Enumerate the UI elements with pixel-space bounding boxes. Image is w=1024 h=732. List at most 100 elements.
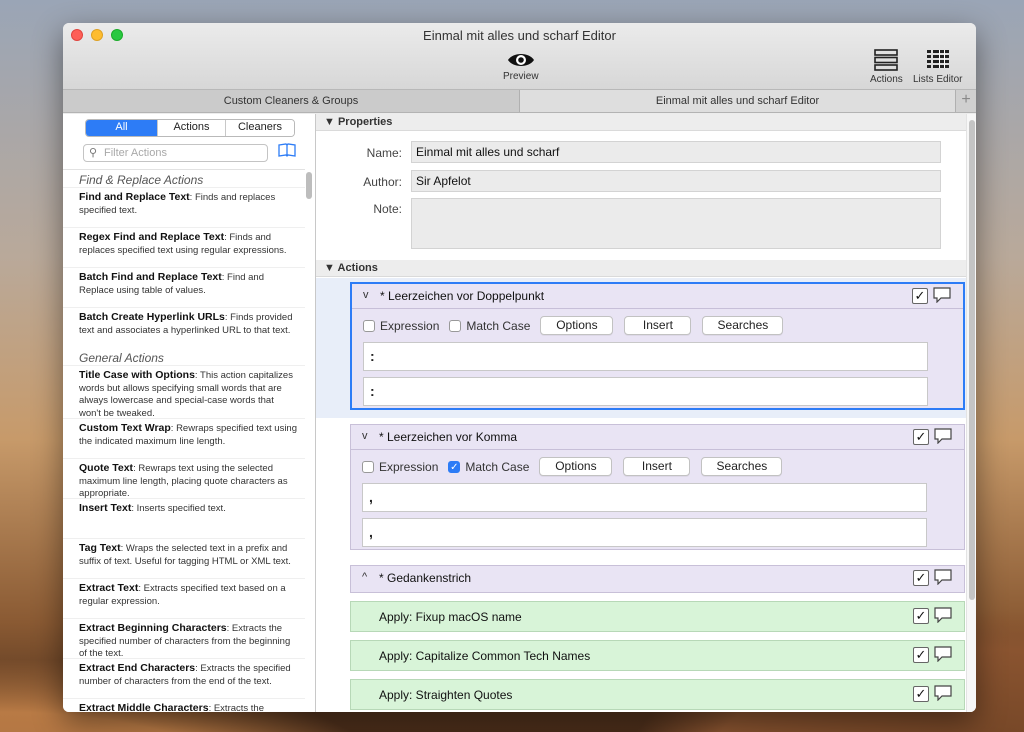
apply-title: Apply: Capitalize Common Tech Names <box>379 649 591 663</box>
grid-list-icon <box>926 50 949 68</box>
chevron-down-icon[interactable]: v <box>363 289 369 301</box>
actions-list-icon <box>874 49 899 71</box>
item-desc: : Extracts the <box>208 703 264 712</box>
editor-pane: ▼ Properties Name: Author: Note: ▼ Actio… <box>316 114 976 712</box>
list-item[interactable]: Tag Text: Wraps the selected text in a p… <box>63 538 305 578</box>
list-item[interactable]: Batch Create Hyperlink URLs: Finds provi… <box>63 307 305 348</box>
list-item[interactable]: Extract Beginning Characters: Extracts t… <box>63 618 305 658</box>
lists-editor-button[interactable]: Lists Editor <box>913 48 962 85</box>
add-tab-button[interactable]: + <box>955 90 976 112</box>
match-case-checkbox[interactable]: ✓ <box>448 460 461 473</box>
preview-button[interactable]: Preview <box>503 51 539 82</box>
item-title: Title Case with Options <box>79 369 195 381</box>
filter-search-field[interactable]: ⚲ <box>83 144 268 162</box>
properties-header-label: Properties <box>337 116 393 128</box>
find-text-field[interactable]: : <box>363 342 928 371</box>
chevron-down-icon[interactable]: v <box>362 430 368 442</box>
item-title: Extract Beginning Characters <box>79 622 227 634</box>
replace-text-field[interactable]: : <box>363 377 928 406</box>
expression-checkbox[interactable] <box>363 319 375 332</box>
actions-toolbar-button[interactable]: Actions <box>870 48 903 85</box>
actions-sidebar: All Actions Cleaners ⚲ Find & Replace Ac… <box>63 114 316 712</box>
name-field[interactable] <box>411 141 941 163</box>
actions-list: Find & Replace Actions Find and Replace … <box>63 169 305 712</box>
action-title: * Gedankenstrich <box>379 571 472 585</box>
lists-editor-label: Lists Editor <box>913 74 963 85</box>
list-item[interactable]: Title Case with Options: This action cap… <box>63 365 305 418</box>
editor-scrollbar[interactable] <box>966 114 976 712</box>
group-header: Find & Replace Actions <box>79 173 204 187</box>
replace-text-field[interactable]: , <box>362 518 927 547</box>
item-title: Regex Find and Replace Text <box>79 231 225 243</box>
searches-button[interactable]: Searches <box>701 457 783 476</box>
list-item[interactable]: Regex Find and Replace Text: Finds and r… <box>63 227 305 267</box>
actions-header-label: Actions <box>337 262 378 274</box>
expression-checkbox[interactable] <box>362 460 374 473</box>
list-item[interactable]: Find and Replace Text: Finds and replace… <box>63 187 305 227</box>
apply-cleaner-card[interactable]: Apply: Capitalize Common Tech Names ✓ <box>350 640 965 671</box>
actions-toolbar-label: Actions <box>870 74 903 85</box>
list-item[interactable]: Quote Text: Rewraps text using the selec… <box>63 458 305 498</box>
list-item[interactable]: Custom Text Wrap: Rewraps specified text… <box>63 418 305 458</box>
item-title: Quote Text <box>79 462 134 474</box>
tab-editor[interactable]: Einmal mit alles und scharf Editor <box>520 90 955 112</box>
item-title: Tag Text <box>79 542 121 554</box>
scrollbar-thumb[interactable] <box>969 120 975 600</box>
item-title: Extract Middle Characters <box>79 702 209 712</box>
chevron-up-icon[interactable]: ^ <box>362 571 367 583</box>
action-card[interactable]: ^ * Gedankenstrich ✓ <box>350 565 965 593</box>
segment-all[interactable]: All <box>86 120 157 136</box>
enabled-checkbox[interactable]: ✓ <box>913 570 929 586</box>
author-field[interactable] <box>411 170 941 192</box>
match-case-checkbox[interactable] <box>449 319 462 332</box>
filter-actions-input[interactable] <box>104 146 264 160</box>
comment-bubble-icon[interactable] <box>934 685 952 701</box>
comment-bubble-icon[interactable] <box>934 428 952 444</box>
list-item[interactable]: Batch Find and Replace Text: Find and Re… <box>63 267 305 307</box>
item-title: Extract End Characters <box>79 662 196 674</box>
comment-bubble-icon[interactable] <box>933 287 951 303</box>
sidebar-scrollbar[interactable] <box>306 172 312 199</box>
insert-button[interactable]: Insert <box>623 457 691 476</box>
window-title: Einmal mit alles und scharf Editor <box>423 28 616 43</box>
segment-actions[interactable]: Actions <box>157 120 225 136</box>
item-desc: : Inserts specified text. <box>131 503 226 514</box>
item-title: Batch Find and Replace Text <box>79 271 222 283</box>
comment-bubble-icon[interactable] <box>934 569 952 585</box>
action-header: v * Leerzeichen vor Komma ✓ <box>351 425 964 450</box>
action-options-row: Expression Match Case Options Insert Sea… <box>363 316 794 335</box>
actions-header[interactable]: ▼ Actions <box>316 260 966 277</box>
list-item[interactable]: Extract Text: Extracts specified text ba… <box>63 578 305 618</box>
enabled-checkbox[interactable]: ✓ <box>913 429 929 445</box>
filter-segmented-control: All Actions Cleaners <box>85 119 295 137</box>
enabled-checkbox[interactable]: ✓ <box>913 686 929 702</box>
insert-button[interactable]: Insert <box>624 316 692 335</box>
action-card[interactable]: v * Leerzeichen vor Komma ✓ Expression ✓… <box>350 424 965 550</box>
tab-custom-cleaners[interactable]: Custom Cleaners & Groups <box>63 90 520 112</box>
enabled-checkbox[interactable]: ✓ <box>912 288 928 304</box>
item-title: Batch Create Hyperlink URLs <box>79 311 225 323</box>
item-title: Insert Text <box>79 502 132 514</box>
action-card[interactable]: v * Leerzeichen vor Doppelpunkt ✓ Expres… <box>350 282 965 410</box>
main-content: All Actions Cleaners ⚲ Find & Replace Ac… <box>63 114 976 712</box>
comment-bubble-icon[interactable] <box>934 607 952 623</box>
enabled-checkbox[interactable]: ✓ <box>913 647 929 663</box>
match-case-label: Match Case <box>466 318 531 333</box>
book-icon[interactable] <box>278 143 296 157</box>
options-button[interactable]: Options <box>539 457 613 476</box>
options-button[interactable]: Options <box>540 316 614 335</box>
comment-bubble-icon[interactable] <box>934 646 952 662</box>
apply-cleaner-card[interactable]: Apply: Straighten Quotes ✓ <box>350 679 965 710</box>
action-title: * Leerzeichen vor Doppelpunkt <box>380 289 545 303</box>
actions-list-area: v * Leerzeichen vor Doppelpunkt ✓ Expres… <box>316 278 966 712</box>
list-item[interactable]: Extract Middle Characters: Extracts the <box>63 698 305 712</box>
note-field[interactable] <box>411 198 941 249</box>
segment-cleaners[interactable]: Cleaners <box>225 120 294 136</box>
list-item[interactable]: Extract End Characters: Extracts the spe… <box>63 658 305 698</box>
apply-cleaner-card[interactable]: Apply: Fixup macOS name ✓ <box>350 601 965 632</box>
list-item[interactable]: Insert Text: Inserts specified text. <box>63 498 305 538</box>
searches-button[interactable]: Searches <box>702 316 784 335</box>
properties-header[interactable]: ▼ Properties <box>316 114 966 131</box>
enabled-checkbox[interactable]: ✓ <box>913 608 929 624</box>
find-text-field[interactable]: , <box>362 483 927 512</box>
